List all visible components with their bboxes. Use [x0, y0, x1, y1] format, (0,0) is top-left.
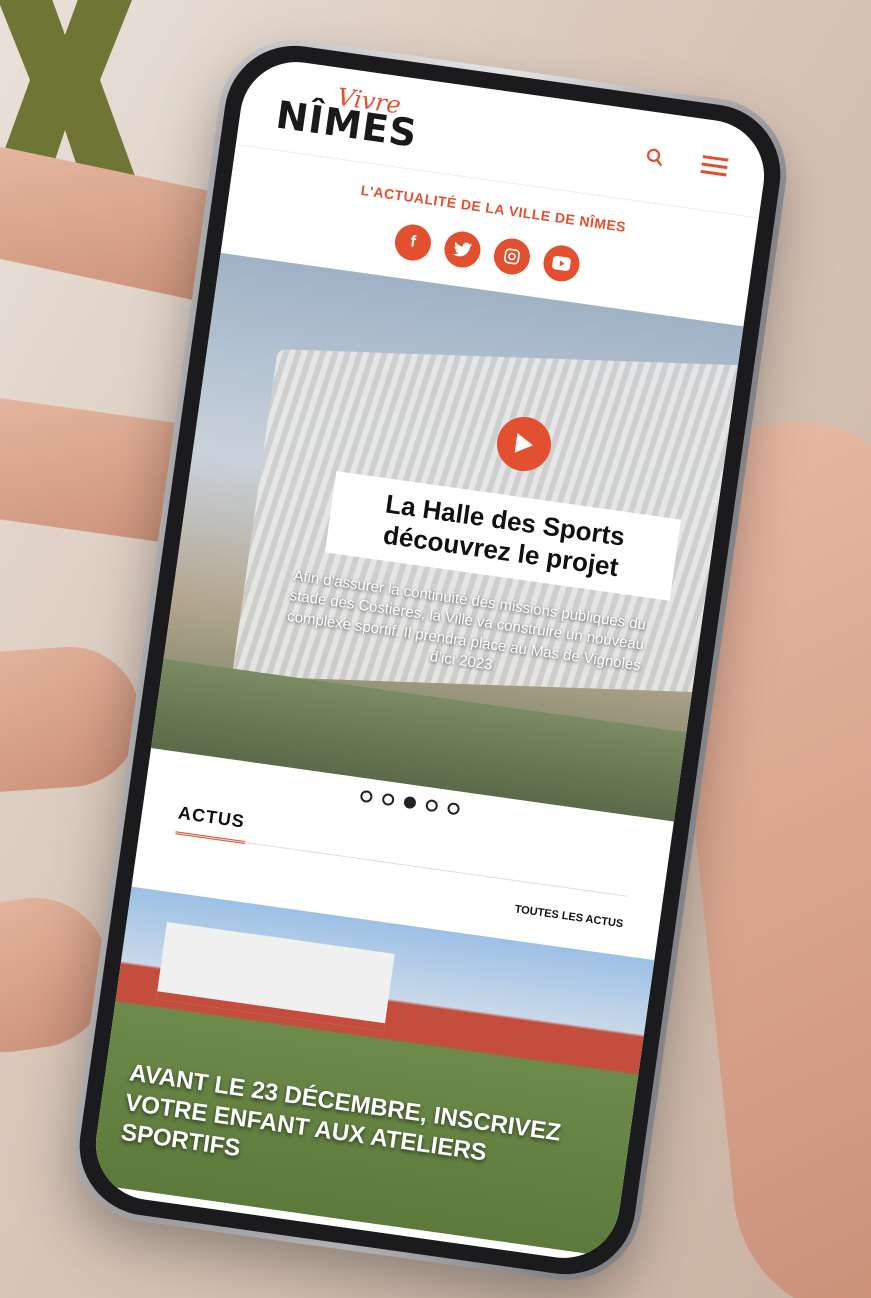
facebook-icon[interactable]: f — [392, 222, 434, 263]
photo-scene: Vivre NÎMES L'ACTUALITÉ DE LA VILLE DE N… — [0, 0, 871, 1298]
carousel-dot[interactable] — [359, 789, 374, 804]
carousel-dot[interactable] — [424, 798, 439, 813]
news-title[interactable]: AVANT LE 23 DÉCEMBRE, INSCRIVEZ VOTRE EN… — [119, 1058, 607, 1214]
header-actions — [638, 141, 731, 183]
carousel-dot-active[interactable] — [403, 795, 417, 810]
news-card[interactable]: AVANT LE 23 DÉCEMBRE, INSCRIVEZ VOTRE EN… — [89, 886, 655, 1258]
hand-finger — [0, 642, 145, 798]
brand-logo[interactable]: Vivre NÎMES — [273, 75, 441, 157]
news-image-building — [156, 921, 395, 1032]
carousel-dot[interactable] — [446, 801, 461, 816]
menu-icon[interactable] — [698, 149, 732, 183]
carousel-dot[interactable] — [381, 792, 395, 807]
twitter-icon[interactable] — [442, 229, 483, 270]
search-icon[interactable] — [638, 141, 672, 175]
youtube-icon[interactable] — [541, 243, 582, 284]
play-icon — [514, 432, 533, 453]
hero-slide[interactable]: La Halle des Sports découvrez le projet … — [151, 252, 744, 822]
instagram-icon[interactable] — [491, 236, 533, 277]
